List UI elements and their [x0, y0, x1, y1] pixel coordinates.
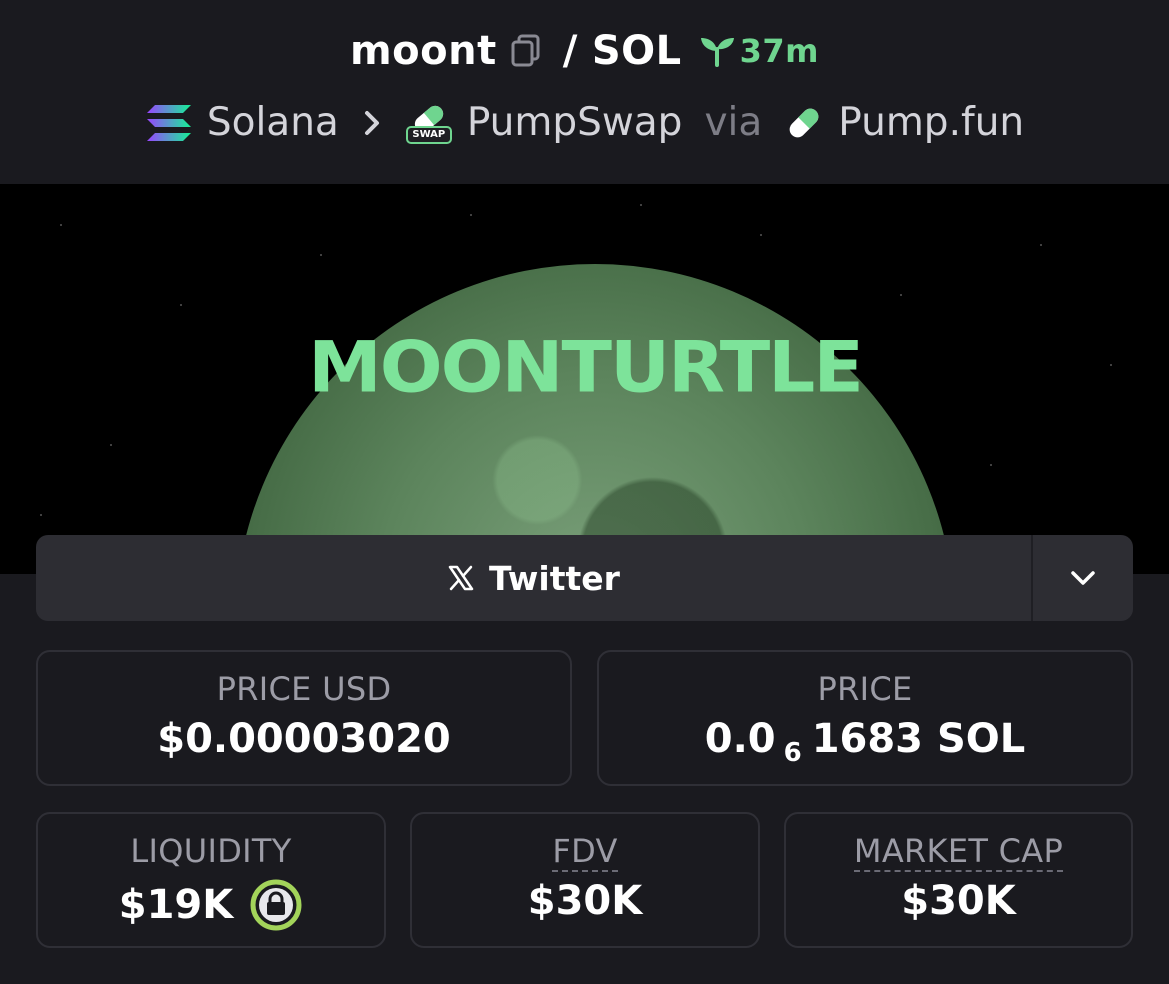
breadcrumb-launchpad[interactable]: Pump.fun — [838, 100, 1024, 145]
pumpswap-icon: SWAP — [405, 101, 453, 145]
banner-title: MOONTURTLE — [308, 327, 864, 409]
solana-icon — [145, 103, 193, 143]
twitter-label: Twitter — [489, 558, 620, 598]
fdv-value: $30K — [527, 878, 643, 924]
liquidity-label: LIQUIDITY — [130, 832, 292, 870]
fdv-label[interactable]: FDV — [552, 832, 618, 872]
pair-header: moont / SOL 37m Solana SWAP PumpSwap via… — [0, 0, 1169, 184]
pair-title: moont / SOL 37m — [0, 28, 1169, 74]
copy-icon[interactable] — [511, 34, 541, 68]
quote-symbol: SOL — [591, 28, 682, 74]
chevron-right-icon — [363, 109, 381, 137]
price-usd-label: PRICE USD — [216, 670, 392, 708]
chevron-down-icon — [1071, 571, 1095, 585]
breadcrumb-dex[interactable]: PumpSwap — [467, 100, 683, 145]
fdv-card: FDV $30K — [410, 812, 760, 948]
twitter-button[interactable]: Twitter — [36, 535, 1031, 621]
price-label: PRICE — [817, 670, 913, 708]
swap-badge-text: SWAP — [412, 128, 446, 140]
liquidity-value: $19K — [118, 882, 234, 928]
liquidity-card: LIQUIDITY $19K — [36, 812, 386, 948]
price-value-prefix: 0.0 — [704, 716, 776, 762]
via-label: via — [704, 100, 763, 145]
fdv-label-text: FDV — [552, 832, 618, 872]
pill-icon — [784, 103, 824, 143]
market-cap-label-text: MARKET CAP — [853, 832, 1064, 872]
token-symbol: moont — [349, 28, 497, 74]
pair-separator: / — [562, 28, 578, 74]
market-cap-label[interactable]: MARKET CAP — [853, 832, 1064, 872]
market-cap-card: MARKET CAP $30K — [784, 812, 1133, 948]
age-text: 37m — [739, 32, 820, 70]
price-usd-value: $0.00003020 — [157, 716, 451, 762]
liquidity-value-row: $19K — [119, 878, 304, 932]
market-cap-value: $30K — [901, 878, 1016, 924]
price-sol-card: PRICE 0.0 6 1683 SOL — [597, 650, 1133, 786]
lock-icon[interactable] — [249, 878, 303, 932]
price-usd-card: PRICE USD $0.00003020 — [36, 650, 572, 786]
breadcrumb-chain[interactable]: Solana — [207, 100, 339, 145]
social-links-bar: Twitter — [36, 535, 1133, 621]
x-logo-icon — [447, 564, 475, 592]
more-links-toggle[interactable] — [1031, 535, 1133, 621]
sprout-icon — [700, 38, 734, 67]
breadcrumb: Solana SWAP PumpSwap via Pump.fun — [0, 100, 1169, 145]
price-value: 0.0 6 1683 SOL — [704, 716, 1026, 768]
price-value-suffix: 1683 SOL — [811, 716, 1026, 762]
pair-age: 37m — [698, 32, 819, 70]
price-value-subscript: 6 — [783, 738, 802, 768]
